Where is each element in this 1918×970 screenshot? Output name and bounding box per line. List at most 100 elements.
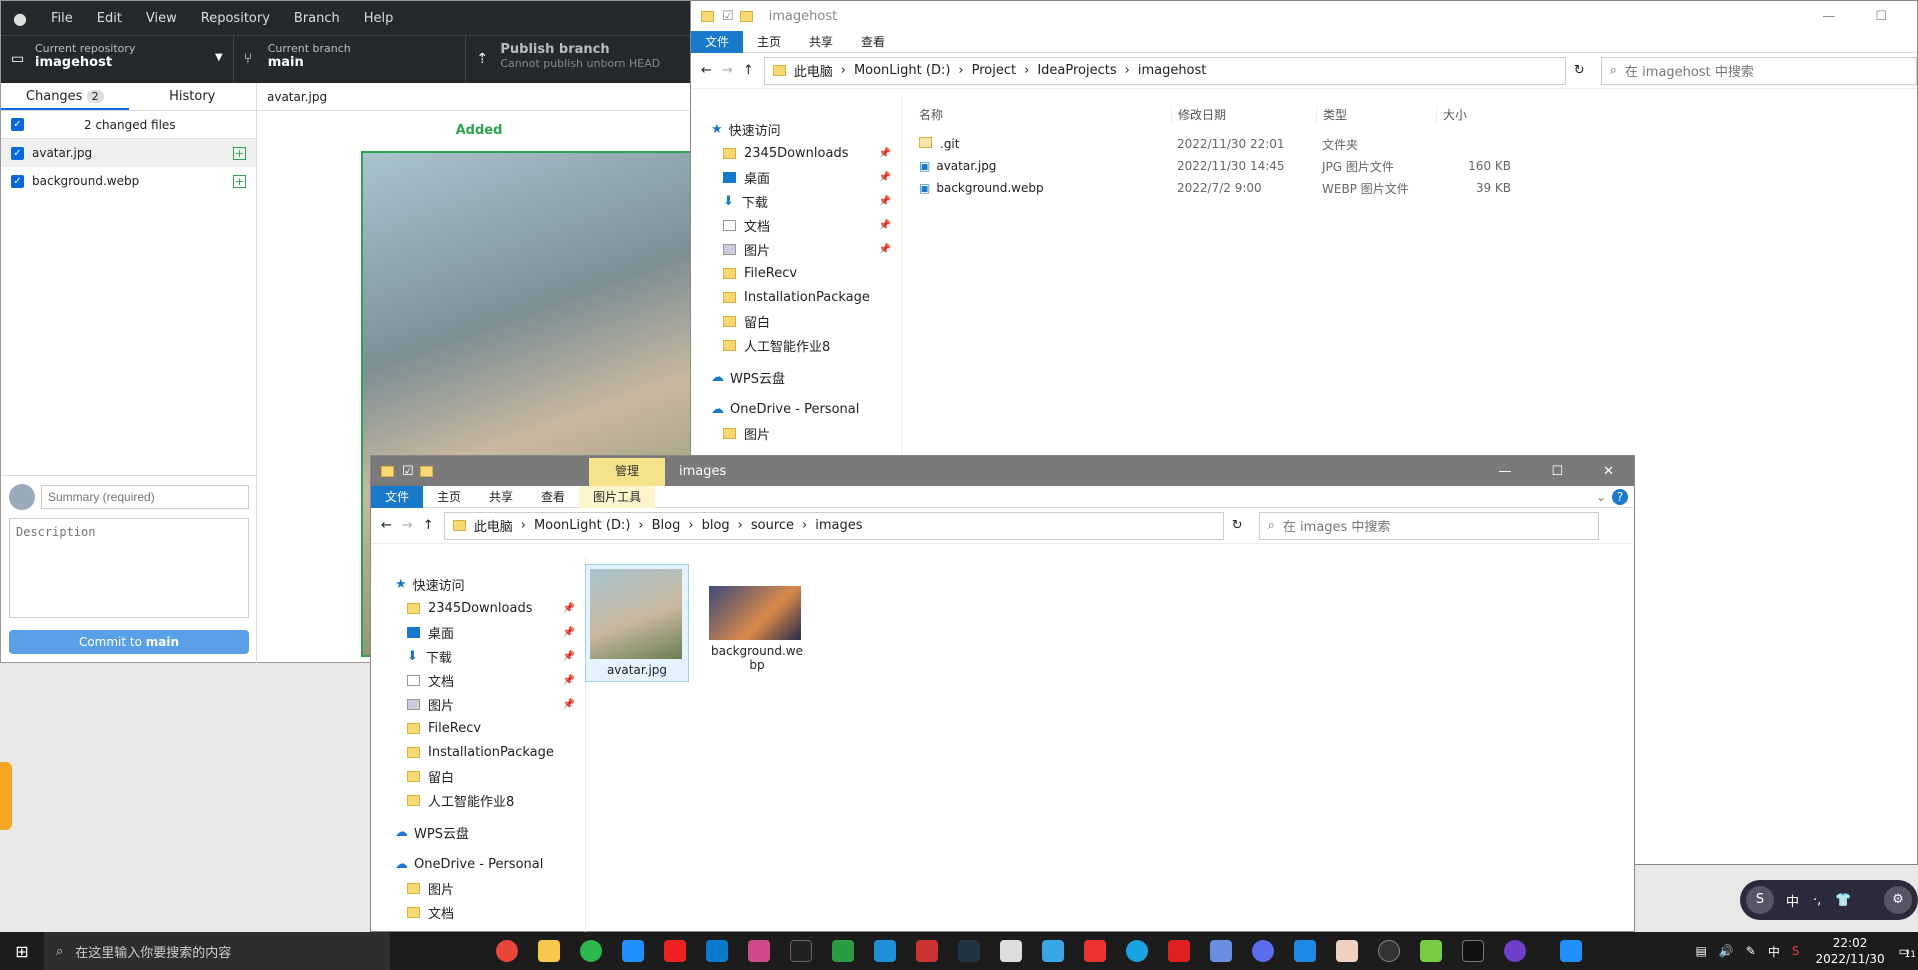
nav-item[interactable]: 桌面 📌 [711, 165, 891, 189]
address-bar[interactable]: 此电脑 › MoonLight (D:) › Project › IdeaProjec… [763, 56, 1566, 85]
nav-wps-cloud[interactable]: ☁ WPS云盘 [711, 365, 891, 389]
nav-item[interactable]: InstallationPackage [711, 285, 891, 309]
column-type[interactable]: 类型 [1316, 105, 1436, 123]
nav-item[interactable]: ⬇ 下载 📌 [711, 189, 891, 213]
ribbon-tab-share[interactable]: 共享 [475, 486, 527, 508]
app-icon[interactable] [1420, 940, 1442, 962]
nav-item[interactable]: 图片 📌 [711, 237, 891, 261]
photos-icon[interactable] [1294, 940, 1316, 962]
nav-item[interactable]: FileRecv [395, 716, 575, 740]
nav-onedrive[interactable]: ☁ OneDrive - Personal [711, 397, 891, 421]
nav-item[interactable]: 文档 [395, 900, 575, 924]
xshell-icon[interactable] [1042, 940, 1064, 962]
forward-icon[interactable]: → [722, 63, 733, 78]
wps-icon[interactable] [1168, 940, 1190, 962]
nav-quick-access[interactable]: ★ 快速访问 [711, 117, 891, 141]
github-desktop-icon[interactable] [1504, 940, 1526, 962]
clock[interactable]: 22:02 2022/11/30 [1815, 935, 1884, 967]
wechat-icon[interactable] [580, 940, 602, 962]
sogou-icon[interactable]: S [1746, 886, 1774, 914]
breadcrumb-3[interactable]: IdeaProjects [1037, 63, 1116, 78]
tab-history[interactable]: History [129, 83, 257, 110]
file-checkbox[interactable]: ✓ [11, 174, 24, 188]
nav-quick-access[interactable]: ★ 快速访问 [395, 572, 575, 596]
punctuation-icon[interactable]: ·, [1813, 893, 1821, 908]
current-repository-button[interactable]: ▭ Current repository imagehost ▼ [1, 36, 234, 83]
up-icon[interactable]: ↑ [423, 518, 434, 533]
tab-changes[interactable]: Changes 2 [1, 83, 129, 110]
network-icon[interactable]: ▤ [1695, 944, 1706, 958]
file-explorer-icon[interactable] [538, 940, 560, 962]
terminal-icon[interactable] [1462, 940, 1484, 962]
nav-item[interactable]: 图片 [395, 876, 575, 900]
nav-item[interactable]: 人工智能作业8 [395, 788, 575, 812]
ribbon-tab-home[interactable]: 主页 [423, 486, 475, 508]
up-icon[interactable]: ↑ [743, 63, 754, 78]
thumbnail-item[interactable]: background.webp [705, 564, 809, 682]
volume-icon[interactable]: 🔊 [1719, 944, 1734, 958]
breadcrumb-4[interactable]: source [751, 518, 794, 533]
breadcrumb-3[interactable]: blog [702, 518, 730, 533]
help-icon[interactable]: ? [1612, 488, 1628, 505]
nav-item[interactable]: 2345Downloads 📌 [395, 596, 575, 620]
breadcrumb-1[interactable]: MoonLight (D:) [534, 518, 630, 533]
ime-lang-toggle[interactable]: 中 [1786, 891, 1799, 910]
app-icon[interactable] [958, 940, 980, 962]
menu-file[interactable]: File [51, 11, 73, 26]
app-icon[interactable] [874, 940, 896, 962]
vscode-icon[interactable] [706, 940, 728, 962]
breadcrumb-2[interactable]: Project [972, 63, 1016, 78]
webstorm-icon[interactable] [790, 940, 812, 962]
publish-branch-button[interactable]: ⇡ Publish branch Cannot publish unborn H… [466, 36, 699, 83]
app-icon[interactable] [622, 940, 644, 962]
chevron-down-icon[interactable]: ⌄ [1590, 486, 1612, 508]
breadcrumb-2[interactable]: Blog [652, 518, 681, 533]
address-bar[interactable]: 此电脑 › MoonLight (D:) › Blog › blog › source ›… [443, 511, 1224, 540]
pycharm-icon[interactable] [832, 940, 854, 962]
pen-icon[interactable]: ✎ [1746, 944, 1756, 958]
file-row[interactable]: ▣ avatar.jpg 2022/11/30 14:45 JPG 图片文件 16… [911, 155, 1511, 177]
nav-item[interactable]: 文档 📌 [711, 213, 891, 237]
nav-item[interactable]: 文档 📌 [395, 668, 575, 692]
windows-start-icon[interactable]: ⊞ [0, 942, 44, 961]
ribbon-tab-view[interactable]: 查看 [527, 486, 579, 508]
nav-item[interactable]: 桌面 📌 [395, 620, 575, 644]
gear-icon[interactable]: ⚙ [1884, 886, 1912, 914]
commit-button[interactable]: Commit to main [9, 630, 249, 654]
nav-item[interactable]: ⬇ 下载 📌 [395, 644, 575, 668]
ribbon-tab-manage[interactable]: 管理 [589, 458, 665, 486]
column-name[interactable]: 名称 [911, 106, 1171, 123]
forward-icon[interactable]: → [402, 518, 413, 533]
app-icon[interactable] [916, 940, 938, 962]
app-icon[interactable] [1336, 940, 1358, 962]
back-icon[interactable]: ← [701, 63, 712, 78]
app-icon[interactable] [1126, 940, 1148, 962]
select-all-checkbox[interactable]: ✓ [11, 118, 24, 131]
breadcrumb-1[interactable]: MoonLight (D:) [854, 63, 950, 78]
side-widget-tab[interactable] [0, 762, 12, 830]
file-checkbox[interactable]: ✓ [11, 146, 24, 160]
file-row[interactable]: ✓ background.webp + [1, 167, 256, 195]
sogou-tray-icon[interactable]: S [1792, 944, 1800, 958]
maximize-icon[interactable]: ☐ [1551, 464, 1563, 479]
nav-item[interactable]: 图片 📌 [395, 692, 575, 716]
menu-help[interactable]: Help [364, 11, 394, 26]
search-box[interactable]: ⌕ 在 images 中搜索 [1258, 511, 1599, 540]
breadcrumb-0[interactable]: 此电脑 [794, 61, 833, 80]
file-row[interactable]: ▣ background.webp 2022/7/2 9:00 WEBP 图片文件… [911, 177, 1511, 199]
menu-edit[interactable]: Edit [97, 11, 122, 26]
nav-item[interactable]: 人工智能作业8 [711, 333, 891, 357]
nav-item[interactable]: InstallationPackage [395, 740, 575, 764]
description-input[interactable] [9, 518, 249, 618]
nav-item[interactable]: FileRecv [711, 261, 891, 285]
refresh-icon[interactable]: ↻ [1574, 63, 1585, 78]
ribbon-tab-file[interactable]: 文件 [691, 30, 744, 53]
menu-branch[interactable]: Branch [294, 11, 340, 26]
breadcrumb-0[interactable]: 此电脑 [474, 516, 513, 535]
ime-indicator[interactable]: 中 [1768, 943, 1780, 960]
summary-input[interactable] [41, 485, 249, 509]
typora-icon[interactable] [1000, 940, 1022, 962]
minimize-icon[interactable]: — [1822, 9, 1835, 24]
maximize-icon[interactable]: ☐ [1875, 9, 1887, 24]
notification-icon[interactable]: ▭ 11 [1899, 944, 1916, 960]
